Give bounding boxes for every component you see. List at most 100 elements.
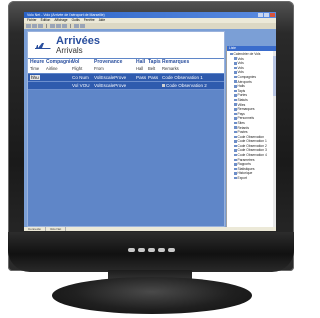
toolbar-new-icon[interactable]	[26, 24, 31, 28]
folder-icon	[234, 62, 237, 65]
folder-icon	[234, 158, 237, 162]
screen: Volo Net - Volo (Arrivée de l'aéroport d…	[24, 12, 276, 231]
status-app: Volo Net	[46, 227, 67, 231]
toolbar	[24, 23, 276, 29]
status-connection: Connecté	[24, 227, 46, 231]
window-controls	[258, 13, 275, 17]
folder-icon	[234, 144, 237, 148]
col-time: Heure Time	[30, 59, 45, 71]
tree-item-label: Calendrier de Vols	[233, 52, 261, 56]
row-time: hhu	[30, 75, 40, 80]
monitor-button-4	[158, 248, 165, 252]
row-remarks: Code Observation 2	[162, 83, 207, 88]
folder-icon	[234, 75, 237, 79]
arrivals-board: Arrivées Arrivals Heure Time Compagnie Air…	[27, 31, 225, 227]
folder-icon	[234, 98, 237, 102]
tree-item-label: Postes	[237, 130, 248, 135]
folder-icon	[234, 149, 237, 152]
row-from: VolEscaleProve	[94, 75, 127, 80]
tree-item-label: Villes	[237, 102, 246, 107]
tree-item[interactable]: Export	[230, 176, 275, 181]
tree-item-label: Pays	[237, 111, 245, 116]
col-flight: Vol Flight	[72, 59, 83, 71]
row-from: VolEscaleProve	[94, 83, 127, 88]
toolbar-paste-icon[interactable]	[62, 24, 67, 28]
tree-item-label: Tapis	[237, 88, 246, 93]
folder-icon	[234, 172, 237, 175]
col-from: Provenance From	[94, 59, 123, 71]
monitor-button-3	[148, 248, 155, 252]
remark-icon	[162, 84, 165, 87]
folder-icon	[230, 52, 233, 56]
tree-item-label: Historique	[237, 171, 253, 176]
tree-item-label: Export	[237, 176, 248, 181]
folder-icon	[234, 121, 237, 125]
tree-item-label: Sites	[237, 120, 245, 125]
col-remarks: Remarques Remarks	[162, 59, 190, 71]
col-hall: Hall Hall	[136, 59, 146, 71]
toolbar-print-icon[interactable]	[74, 24, 79, 28]
airplane-landing-icon	[35, 43, 51, 49]
toolbar-save-icon[interactable]	[38, 24, 43, 28]
close-button[interactable]	[270, 13, 275, 17]
tree-item-label: Vols	[237, 65, 244, 70]
tree-item-label: Code Observation	[237, 134, 265, 139]
tree-item-label: Code Observation 3	[237, 148, 267, 153]
side-panel-scroll-thumb[interactable]	[273, 56, 276, 96]
tree-item-label: Portes	[237, 93, 248, 98]
folder-icon	[234, 112, 237, 116]
tree-item-label: Vols	[237, 56, 244, 61]
folder-icon	[234, 94, 237, 97]
maximize-button[interactable]	[264, 13, 269, 17]
tree-item-label: Compagnies	[237, 74, 257, 79]
tree-item-label: Code Observation 2	[237, 143, 267, 148]
arrivals-rows: hhu Co Num VolEscaleProve Pass Pass Code…	[28, 74, 224, 90]
folder-icon	[234, 80, 237, 83]
toolbar-open-icon[interactable]	[32, 24, 37, 28]
table-row[interactable]: hhu Co Num VolEscaleProve Pass Pass Code…	[28, 74, 224, 82]
board-title-en: Arrivals	[56, 46, 83, 55]
window-title: Volo Net - Volo (Arrivée de l'aéroport d…	[27, 13, 105, 17]
tree-item-label: Retards	[237, 125, 250, 130]
row-flight: Co Num	[72, 75, 89, 80]
folder-icon	[234, 117, 237, 120]
toolbar-refresh-icon[interactable]	[80, 24, 85, 28]
folder-icon	[234, 140, 237, 143]
tree-item-label: Rapports	[237, 162, 251, 167]
tree-item-label: Remarques	[237, 107, 255, 112]
tree-item-label: Halls	[237, 84, 245, 89]
col-airline: Compagnie Airline	[46, 59, 74, 71]
table-row[interactable]: Vol VOU VolEscaleProve Code Observation …	[28, 82, 224, 90]
folder-icon	[234, 126, 237, 129]
folder-icon	[234, 176, 237, 180]
tree-item-label: Vols	[237, 70, 244, 75]
toolbar-cut-icon[interactable]	[50, 24, 55, 28]
side-panel: Liste Calendrier de Vols Vols Vols Vols Vols…	[226, 46, 276, 227]
tree-item-label: Aéroports	[237, 79, 252, 84]
folder-icon	[234, 57, 237, 60]
tree-item-label: Parametres	[237, 157, 255, 162]
folder-icon	[234, 167, 237, 171]
toolbar-divider	[46, 24, 47, 28]
monitor-stand-base	[52, 277, 252, 314]
toolbar-divider	[70, 24, 71, 28]
statusbar: Connecté Volo Net	[24, 227, 276, 231]
folder-icon	[234, 66, 237, 70]
tree-item-label: Code Observation 4	[237, 153, 267, 158]
tree-item-label: Statistiques	[237, 166, 255, 171]
folder-icon	[234, 89, 237, 93]
board-header: Arrivées Arrivals	[28, 32, 224, 58]
row-remarks: Code Observation 1	[162, 75, 203, 80]
minimize-button[interactable]	[258, 13, 263, 17]
tree-item-label: Statuts	[237, 97, 248, 102]
tree-item-label: Vols	[237, 61, 244, 66]
side-panel-tree: Calendrier de Vols Vols Vols Vols Vols Compag…	[227, 51, 276, 181]
folder-icon	[234, 103, 237, 106]
monitor-bezel	[8, 232, 294, 272]
row-belt: Pass	[148, 75, 159, 80]
toolbar-copy-icon[interactable]	[56, 24, 61, 28]
monitor-power-button	[168, 248, 175, 252]
folder-icon	[234, 163, 237, 166]
row-flight: Vol VOU	[72, 83, 90, 88]
monitor-button-1	[128, 248, 135, 252]
